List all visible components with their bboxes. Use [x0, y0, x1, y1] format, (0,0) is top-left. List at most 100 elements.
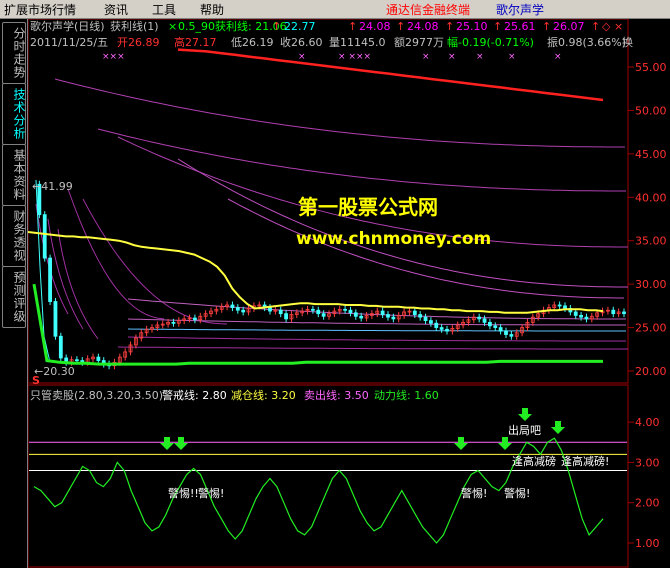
candle-body [622, 311, 626, 315]
close-icon[interactable]: × [614, 20, 623, 33]
candle-body [48, 257, 52, 302]
candle-body [311, 308, 315, 311]
profit-band [117, 346, 628, 350]
candle-body [241, 309, 246, 313]
candle-body [418, 314, 423, 318]
y-tick-label: 2.00 [635, 497, 660, 510]
y-tick-label: 45.00 [635, 148, 667, 161]
bar-amount: 额2977万 [394, 36, 444, 49]
profit-band [127, 328, 626, 332]
green-support-line [32, 283, 603, 366]
candle-body [316, 309, 321, 315]
candle-body [58, 335, 63, 359]
price-y-axis: 55.00 50.00 45.00 40.00 35.00 30.00 25.00 20.00 [628, 61, 667, 378]
high-mark-label: ←41.99 [32, 180, 73, 193]
candle-body [611, 309, 616, 315]
tab-rating[interactable]: 预测评级 [2, 266, 26, 328]
app-title: 通达信金融终端 [386, 3, 471, 17]
up-arrow-icon: ↑ [396, 20, 405, 33]
candle-body [42, 214, 47, 259]
svg-text:×: × [422, 52, 430, 62]
menu-help[interactable]: 帮助 [200, 1, 224, 18]
y-tick-label: 20.00 [635, 365, 667, 378]
candle-body [386, 314, 390, 318]
stock-terminal-window: 扩展市场行情 资讯 工具 帮助 通达信金融终端 歌尔声学 分时走势 技术分析 基… [0, 0, 670, 568]
tab-financial[interactable]: 财务透视 [2, 205, 26, 267]
power-line-label: 动力线: 1.60 [374, 388, 439, 402]
tab-intraday[interactable]: 分时走势 [2, 22, 26, 84]
watermark-url: www.chnmoney.com [296, 229, 492, 249]
indicator-panel-name: 只管卖股(2.80,3.20,3.50) [30, 388, 163, 402]
side-tab-bar: 分时走势 技术分析 基本资料 财务透视 预测评级 [0, 19, 28, 568]
menu-tools[interactable]: 工具 [152, 1, 176, 18]
annotation-warn-2: 警惕! [198, 486, 224, 500]
bar-change: 幅-0.19(-0.71%) [447, 36, 534, 49]
down-arrow-icon [498, 437, 512, 450]
profit-value-4: 24.08 [407, 20, 439, 33]
bar-turnover: 换 [622, 35, 633, 49]
svg-text:×: × [448, 52, 456, 62]
profit-value-7: 26.07 [553, 20, 585, 33]
y-tick-label: 25.00 [635, 322, 667, 335]
profit-value-2: 22.77 [284, 20, 316, 33]
candle-body [563, 305, 567, 309]
menu-extended-market[interactable]: 扩展市场行情 [4, 1, 76, 18]
candle-body [429, 320, 433, 324]
down-arrow-icon [160, 437, 174, 450]
watermark-title: 第一股票公式网 [298, 195, 438, 219]
profit-value-5: 25.10 [456, 20, 488, 33]
y-tick-label: 30.00 [635, 278, 667, 291]
candle-body [284, 313, 288, 320]
candle-body [504, 330, 508, 335]
signal-markers: ××× × × ××× × × × × × [102, 52, 562, 62]
candle-body [434, 322, 439, 328]
candle-body [343, 308, 347, 311]
candle-body [193, 317, 197, 321]
bar-high: 高27.17 [174, 35, 217, 49]
y-tick-label: 55.00 [635, 61, 667, 74]
down-arrow-icon [454, 437, 468, 450]
menu-news[interactable]: 资讯 [104, 1, 128, 18]
warning-line-label: 警戒线: 2.80 [162, 388, 227, 402]
candle-body [230, 304, 235, 308]
candle-body [53, 301, 58, 337]
svg-text:×: × [298, 52, 306, 62]
candle-body [482, 318, 487, 323]
svg-text:×: × [508, 52, 516, 62]
profit-value-6: 25.61 [504, 20, 536, 33]
candle-body [348, 309, 353, 314]
profit-line-param: 0.5_90获利线: 21.06 [178, 19, 287, 33]
tab-basic-info[interactable]: 基本资料 [2, 144, 26, 206]
candle-body [380, 310, 385, 315]
y-tick-label: 1.00 [635, 537, 660, 550]
indicator-panel-frame [28, 384, 629, 568]
low-mark-label: ←20.30 [34, 365, 75, 378]
indicator-name-label: 获利线(1) [110, 19, 159, 33]
candle-body [75, 359, 79, 362]
candle-body [509, 334, 514, 337]
sell-signal-s: S [32, 374, 40, 387]
chart-area[interactable]: 歌尔声学(日线) 获利线(1) × 0.5_90获利线: 21.06 22.77… [28, 19, 670, 568]
candle-body [171, 321, 176, 324]
profit-band [127, 336, 626, 342]
candle-body [423, 316, 428, 322]
diamond-icon[interactable]: ◇ [602, 20, 611, 33]
y-tick-label: 3.00 [635, 456, 660, 469]
sell-line-label: 卖出线: 3.50 [304, 388, 369, 402]
candle-body [498, 327, 503, 332]
profit-band [54, 78, 625, 148]
bar-close: 收26.60 [280, 35, 323, 49]
candle-body [579, 315, 583, 318]
profit-band [97, 128, 626, 192]
bar-date: 2011/11/25/五 [30, 36, 108, 49]
candle-body [359, 315, 364, 319]
candle-body [445, 328, 449, 332]
up-arrow-icon: ↑ [348, 20, 357, 33]
red-profit-line [177, 48, 604, 102]
candle-body [493, 325, 498, 328]
tab-technical[interactable]: 技术分析 [2, 83, 26, 145]
candle-body [573, 311, 578, 316]
annotation-warn-4: 警惕! [504, 486, 530, 500]
down-arrow-icon [174, 437, 188, 450]
candle-body [477, 316, 482, 320]
